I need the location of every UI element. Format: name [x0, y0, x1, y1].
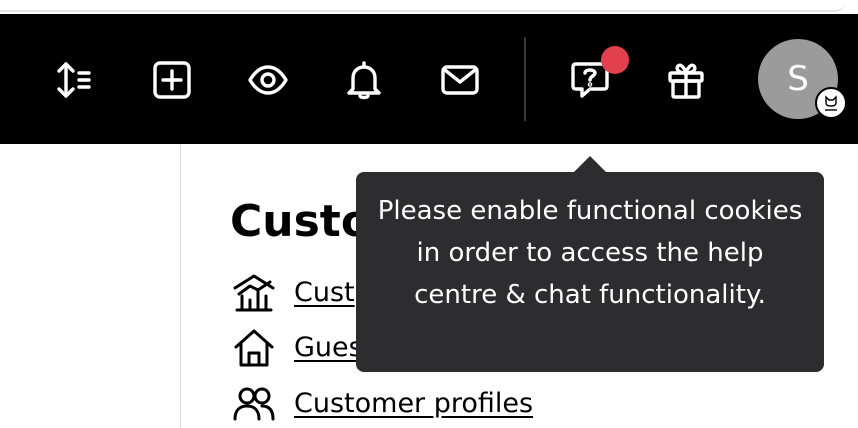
cookies-tooltip: Please enable functional cookies in orde… [356, 172, 824, 372]
section-title: Custo [230, 196, 372, 247]
navbar-divider [524, 37, 526, 121]
sidebar-divider [180, 144, 181, 428]
menu-item-guests[interactable]: Gues [232, 325, 363, 369]
home-icon [234, 329, 274, 367]
top-navbar: S [0, 14, 858, 144]
tooltip-arrow [573, 156, 607, 173]
gift-icon[interactable] [664, 58, 708, 102]
menu-item-customer-profiles[interactable]: Customer profiles [232, 381, 533, 425]
browser-top-strip [0, 0, 858, 14]
organisation-logo-icon [815, 87, 847, 119]
bell-icon[interactable] [342, 58, 386, 102]
avatar-initial: S [787, 59, 809, 99]
menu-item-label: Gues [294, 331, 363, 363]
analytics-house-icon [233, 274, 275, 312]
add-square-icon[interactable] [150, 58, 194, 102]
browser-top-edge [0, 0, 845, 12]
users-icon [233, 387, 275, 421]
tooltip-text: Please enable functional cookies in orde… [377, 196, 803, 310]
mail-icon[interactable] [438, 58, 482, 102]
menu-item-label: Cust [294, 276, 355, 308]
sort-icon[interactable] [52, 58, 96, 102]
menu-item-label: Customer profiles [294, 387, 534, 419]
eye-icon[interactable] [246, 58, 290, 102]
menu-item-customers[interactable]: Cust [232, 270, 355, 314]
notification-dot [601, 46, 629, 74]
